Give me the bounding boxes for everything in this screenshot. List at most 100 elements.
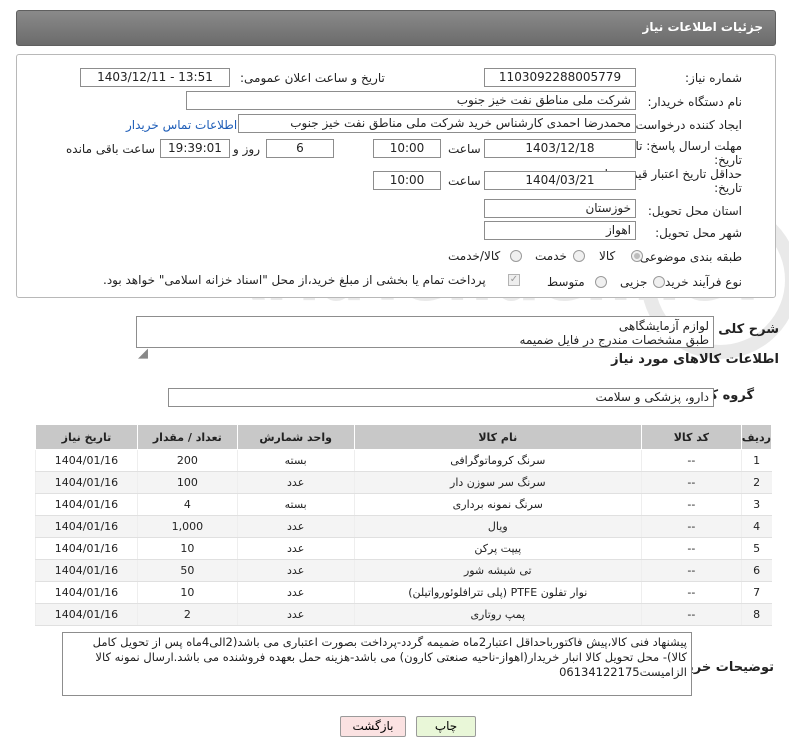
cell-row-number: 7 [740, 581, 772, 604]
reply-time-field[interactable]: 10:00 [373, 139, 441, 158]
cell-quantity: 10 [136, 581, 238, 604]
cell-row-number: 2 [740, 471, 772, 494]
category-option-goods: کالا [599, 249, 616, 263]
buyer-org-label: نام دستگاه خریدار: [647, 95, 743, 109]
cell-need-date: 1404/01/16 [35, 537, 138, 560]
treasury-checkbox[interactable]: ✓ [508, 274, 520, 286]
table-row[interactable]: 6 -- تی شیشه شور عدد 50 1404/01/16 [35, 559, 772, 582]
buyer-notes-textarea[interactable]: پیشنهاد فنی کالا،پیش فاکتورباحداقل اعتبا… [62, 632, 692, 696]
cell-quantity: 200 [136, 449, 238, 472]
cell-row-number: 4 [740, 515, 772, 538]
cell-unit: بسته [236, 449, 355, 472]
cell-quantity: 2 [136, 603, 238, 626]
cell-quantity: 50 [136, 559, 238, 582]
process-type-label: نوع فرآیند خرید : [657, 275, 742, 289]
process-radio-partial[interactable] [653, 276, 665, 288]
cell-goods-name: نوار تفلون PTFE (پلی تترافلوئورواتیلن) [353, 581, 642, 604]
days-remaining-field[interactable]: 6 [266, 139, 334, 158]
description-line-1: لوازم آزمایشگاهی [618, 319, 709, 333]
cell-goods-name: سرنگ کروماتوگرافی [353, 449, 642, 472]
creator-label: ایجاد کننده درخواست: [631, 118, 742, 132]
cell-goods-name: سرنگ سر سوزن دار [353, 471, 642, 494]
category-option-service: خدمت [535, 249, 567, 263]
table-row[interactable]: 1 -- سرنگ کروماتوگرافی بسته 200 1404/01/… [35, 449, 772, 472]
need-number-field[interactable]: 1103092288005779 [484, 68, 636, 87]
category-radio-service[interactable] [573, 250, 585, 262]
cell-row-number: 6 [740, 559, 772, 582]
category-radio-goods-service[interactable] [510, 250, 522, 262]
category-radio-goods[interactable] [631, 250, 643, 262]
print-button[interactable]: چاپ [416, 716, 476, 737]
description-textarea[interactable]: لوازم آزمایشگاهی طبق مشخصات مندرج در فای… [136, 316, 714, 348]
cell-unit: عدد [236, 581, 355, 604]
validity-time-label: ساعت [448, 174, 481, 188]
reply-date-field[interactable]: 1403/12/18 [484, 139, 636, 158]
need-number-label: شماره نیاز: [685, 71, 742, 85]
buyer-org-field[interactable]: شرکت ملی مناطق نفت خیز جنوب [186, 91, 636, 110]
goods-info-title: اطلاعات کالاهای مورد نیاز [611, 352, 779, 367]
cell-need-date: 1404/01/16 [35, 603, 138, 626]
price-validity-label-date: تاریخ: [714, 181, 742, 195]
process-option-medium: متوسط [547, 275, 585, 289]
cell-goods-name: ویال [353, 515, 642, 538]
cell-goods-code: -- [641, 559, 742, 582]
cell-goods-code: -- [641, 515, 742, 538]
table-row[interactable]: 8 -- پمپ روتاری عدد 2 1404/01/16 [35, 603, 772, 626]
col-goods-name: نام کالا [353, 424, 643, 450]
province-field[interactable]: خوزستان [484, 199, 636, 218]
remaining-time-field[interactable]: 19:39:01 [160, 139, 230, 158]
announce-label: تاریخ و ساعت اعلان عمومی: [240, 71, 385, 85]
cell-unit: عدد [236, 537, 355, 560]
cell-need-date: 1404/01/16 [35, 493, 138, 516]
cell-row-number: 5 [740, 537, 772, 560]
cell-unit: بسته [236, 493, 355, 516]
cell-quantity: 4 [136, 493, 238, 516]
cell-row-number: 3 [740, 493, 772, 516]
buyer-contact-link[interactable]: اطلاعات تماس خریدار [126, 118, 237, 132]
cell-unit: عدد [236, 603, 355, 626]
table-row[interactable]: 3 -- سرنگ نمونه برداری بسته 4 1404/01/16 [35, 493, 772, 516]
cell-goods-code: -- [641, 581, 742, 604]
remaining-time-label: ساعت باقی مانده [66, 142, 156, 156]
cell-need-date: 1404/01/16 [35, 449, 138, 472]
cell-need-date: 1404/01/16 [35, 515, 138, 538]
col-unit: واحد شمارش [236, 424, 355, 450]
cell-quantity: 100 [136, 471, 238, 494]
city-field[interactable]: اهواز [484, 221, 636, 240]
table-header-row: ردیف کد کالا نام کالا واحد شمارش تعداد /… [35, 424, 773, 450]
goods-group-field[interactable]: دارو، پزشکی و سلامت [168, 388, 714, 407]
reply-deadline-label: مهلت ارسال پاسخ: تا [635, 139, 742, 153]
cell-goods-name: سرنگ نمونه برداری [353, 493, 642, 516]
announce-field[interactable]: 1403/12/11 - 13:51 [80, 68, 230, 87]
table-row[interactable]: 2 -- سرنگ سر سوزن دار عدد 100 1404/01/16 [35, 471, 772, 494]
col-need-date: تاریخ نیاز [35, 424, 138, 450]
creator-field[interactable]: محمدرضا احمدی کارشناس خرید شرکت ملی مناط… [238, 114, 636, 133]
cell-goods-code: -- [641, 493, 742, 516]
cell-goods-code: -- [641, 471, 742, 494]
resize-handle-icon[interactable]: ◢ [138, 346, 148, 361]
validity-date-field[interactable]: 1404/03/21 [484, 171, 636, 190]
city-label: شهر محل تحویل: [655, 226, 742, 240]
goods-table: ردیف کد کالا نام کالا واحد شمارش تعداد /… [35, 424, 773, 626]
page-title: جزئیات اطلاعات نیاز [642, 20, 763, 34]
category-label: طبقه بندی موضوعی: [635, 250, 742, 264]
reply-time-label: ساعت [448, 142, 481, 156]
cell-row-number: 8 [740, 603, 772, 626]
page-header: جزئیات اطلاعات نیاز [16, 10, 776, 46]
validity-time-field[interactable]: 10:00 [373, 171, 441, 190]
cell-row-number: 1 [740, 449, 772, 472]
cell-need-date: 1404/01/16 [35, 559, 138, 582]
cell-goods-code: -- [641, 537, 742, 560]
back-button[interactable]: بازگشت [340, 716, 406, 737]
cell-need-date: 1404/01/16 [35, 581, 138, 604]
process-radio-medium[interactable] [595, 276, 607, 288]
table-row[interactable]: 7 -- نوار تفلون PTFE (پلی تترافلوئورواتی… [35, 581, 772, 604]
treasury-note: پرداخت تمام یا بخشی از مبلغ خرید،از محل … [103, 273, 486, 287]
col-goods-code: کد کالا [641, 424, 742, 450]
cell-goods-code: -- [641, 449, 742, 472]
days-label: روز و [233, 142, 260, 156]
cell-unit: عدد [236, 471, 355, 494]
table-row[interactable]: 5 -- پیپت پرکن عدد 10 1404/01/16 [35, 537, 772, 560]
table-row[interactable]: 4 -- ویال عدد 1,000 1404/01/16 [35, 515, 772, 538]
cell-goods-name: پمپ روتاری [353, 603, 642, 626]
